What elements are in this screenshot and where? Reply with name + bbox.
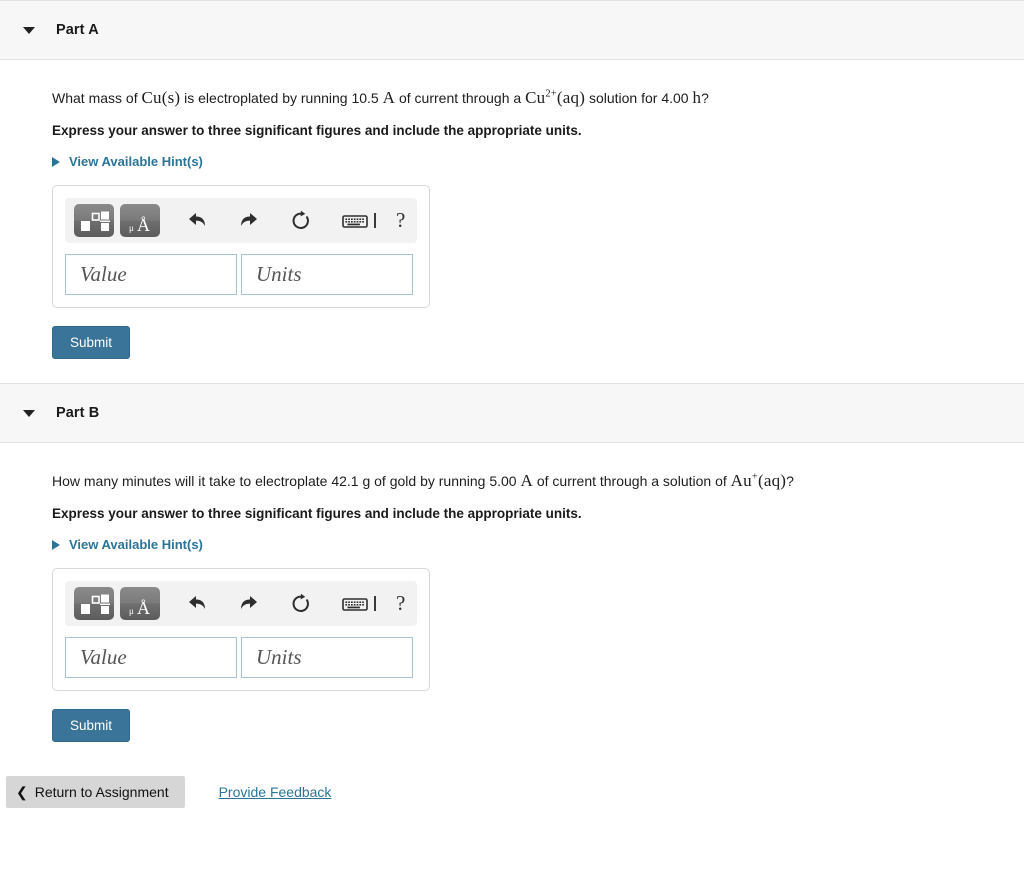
reset-glyph [292, 593, 309, 612]
q-unit-ampere: A [520, 471, 533, 491]
triangle-right-icon [52, 539, 60, 550]
undo-glyph [189, 595, 205, 609]
part-b-body: How many minutes will it take to electro… [0, 443, 1024, 743]
units-angstrom-icon[interactable]: μ Å [120, 587, 160, 621]
provide-feedback-link[interactable]: Provide Feedback [219, 784, 332, 800]
keyboard-glyph [342, 214, 368, 228]
part-b-view-hints-link[interactable]: View Available Hint(s) [52, 537, 203, 552]
redo-glyph [241, 595, 257, 609]
units-angstrom-icon[interactable]: μ Å [120, 204, 160, 238]
q-mid2: of current through a [395, 90, 526, 106]
part-a-view-hints-link[interactable]: View Available Hint(s) [52, 154, 203, 169]
reset-circular-arrow-icon[interactable] [284, 587, 318, 620]
part-b-submit-button[interactable]: Submit [52, 709, 131, 743]
q-ion-base: Cu [525, 88, 546, 107]
q-ion-base: Au [730, 471, 752, 491]
help-question-mark-icon[interactable]: ? [396, 210, 405, 231]
q-unit-hour: h [692, 88, 702, 107]
q-mid3: solution for 4.00 [585, 90, 693, 106]
q-ion-state: (aq) [556, 88, 586, 107]
keyboard-icon[interactable] [338, 587, 372, 620]
part-b-units-placeholder: Units [256, 645, 302, 670]
part-b-question-text: How many minutes will it take to electro… [52, 469, 1024, 494]
svg-text:μ: μ [129, 223, 134, 233]
redo-glyph [241, 212, 257, 226]
q-formula-cu-s: Cu(s) [141, 88, 181, 107]
part-a-collapse-toggle[interactable] [18, 19, 40, 41]
math-template-glyph [81, 594, 110, 615]
section-gap [0, 359, 1024, 384]
part-a-body: What mass of Cu(s) is electroplated by r… [0, 60, 1024, 360]
q-mid1: is electroplated by running 10.5 [180, 90, 383, 106]
q-ion-charge: 2+ [545, 88, 557, 100]
undo-arrow-icon[interactable] [180, 204, 214, 237]
part-b-value-input[interactable]: Value [65, 637, 237, 679]
text-caret-icon [374, 596, 376, 612]
part-b-toolbar: μ Å ? [65, 581, 417, 627]
return-to-assignment-button[interactable]: ❮ Return to Assignment [6, 776, 185, 809]
part-a-answer-box: μ Å ? Value Units [52, 185, 430, 309]
units-angstrom-glyph: μ Å [129, 215, 150, 235]
part-a-input-fields: Value Units [65, 254, 417, 296]
part-a-value-input[interactable]: Value [65, 254, 237, 296]
text-caret-icon [374, 213, 376, 229]
part-b-input-fields: Value Units [65, 637, 417, 679]
part-a-instruction: Express your answer to three significant… [52, 122, 582, 138]
part-section-b: Part B How many minutes will it take to … [0, 383, 1024, 743]
q-pre: What mass of [52, 90, 142, 106]
q-pre: How many minutes will it take to electro… [52, 473, 521, 490]
part-a-hint-label: View Available Hint(s) [69, 154, 203, 170]
part-section-a: Part A What mass of Cu(s) is electroplat… [0, 0, 1024, 360]
q-formula-au-ion: Au+(aq) [731, 471, 786, 490]
part-b-hint-label: View Available Hint(s) [69, 537, 203, 553]
q-formula-cu-ion: Cu2+(aq) [525, 88, 585, 107]
q-post: ? [786, 473, 794, 490]
part-b-units-input[interactable]: Units [241, 637, 413, 679]
return-to-assignment-label: Return to Assignment [34, 784, 169, 801]
part-b-instruction: Express your answer to three significant… [52, 505, 582, 521]
svg-text:μ: μ [129, 606, 134, 616]
part-a-question-text: What mass of Cu(s) is electroplated by r… [52, 86, 1024, 111]
part-a-toolbar: μ Å ? [65, 198, 417, 244]
part-a-units-input[interactable]: Units [241, 254, 413, 296]
part-a-units-placeholder: Units [256, 262, 302, 287]
svg-text:Å: Å [137, 215, 150, 235]
q-ion-state: (aq) [757, 471, 787, 491]
redo-arrow-icon[interactable] [232, 587, 266, 620]
math-template-icon[interactable] [74, 587, 114, 621]
part-a-title: Part A [56, 22, 99, 38]
part-b-title: Part B [56, 405, 100, 422]
part-a-value-placeholder: Value [80, 262, 127, 287]
math-template-icon[interactable] [74, 204, 114, 238]
part-header-b[interactable]: Part B [0, 383, 1024, 444]
keyboard-glyph [342, 597, 368, 611]
q-post: ? [701, 90, 709, 106]
q-unit-ampere: A [382, 88, 396, 107]
redo-arrow-icon[interactable] [232, 204, 266, 237]
triangle-down-icon [23, 26, 35, 34]
reset-circular-arrow-icon[interactable] [284, 204, 318, 237]
part-b-answer-box: μ Å ? Value Units [52, 568, 430, 692]
page-footer: ❮ Return to Assignment Provide Feedback [0, 776, 1024, 809]
part-b-collapse-toggle[interactable] [18, 402, 40, 424]
part-b-value-placeholder: Value [80, 645, 127, 670]
triangle-down-icon [23, 409, 35, 417]
svg-text:Å: Å [137, 598, 150, 618]
math-template-glyph [81, 211, 110, 232]
triangle-right-icon [52, 156, 60, 167]
undo-arrow-icon[interactable] [180, 587, 214, 620]
part-a-submit-button[interactable]: Submit [52, 326, 131, 360]
keyboard-icon[interactable] [338, 204, 372, 237]
part-header-a[interactable]: Part A [0, 0, 1024, 60]
units-angstrom-glyph: μ Å [129, 598, 150, 618]
chevron-left-icon: ❮ [16, 784, 28, 801]
help-question-mark-icon[interactable]: ? [396, 593, 405, 614]
reset-glyph [292, 210, 309, 229]
undo-glyph [189, 212, 205, 226]
q-mid1: of current through a solution of [532, 473, 731, 490]
